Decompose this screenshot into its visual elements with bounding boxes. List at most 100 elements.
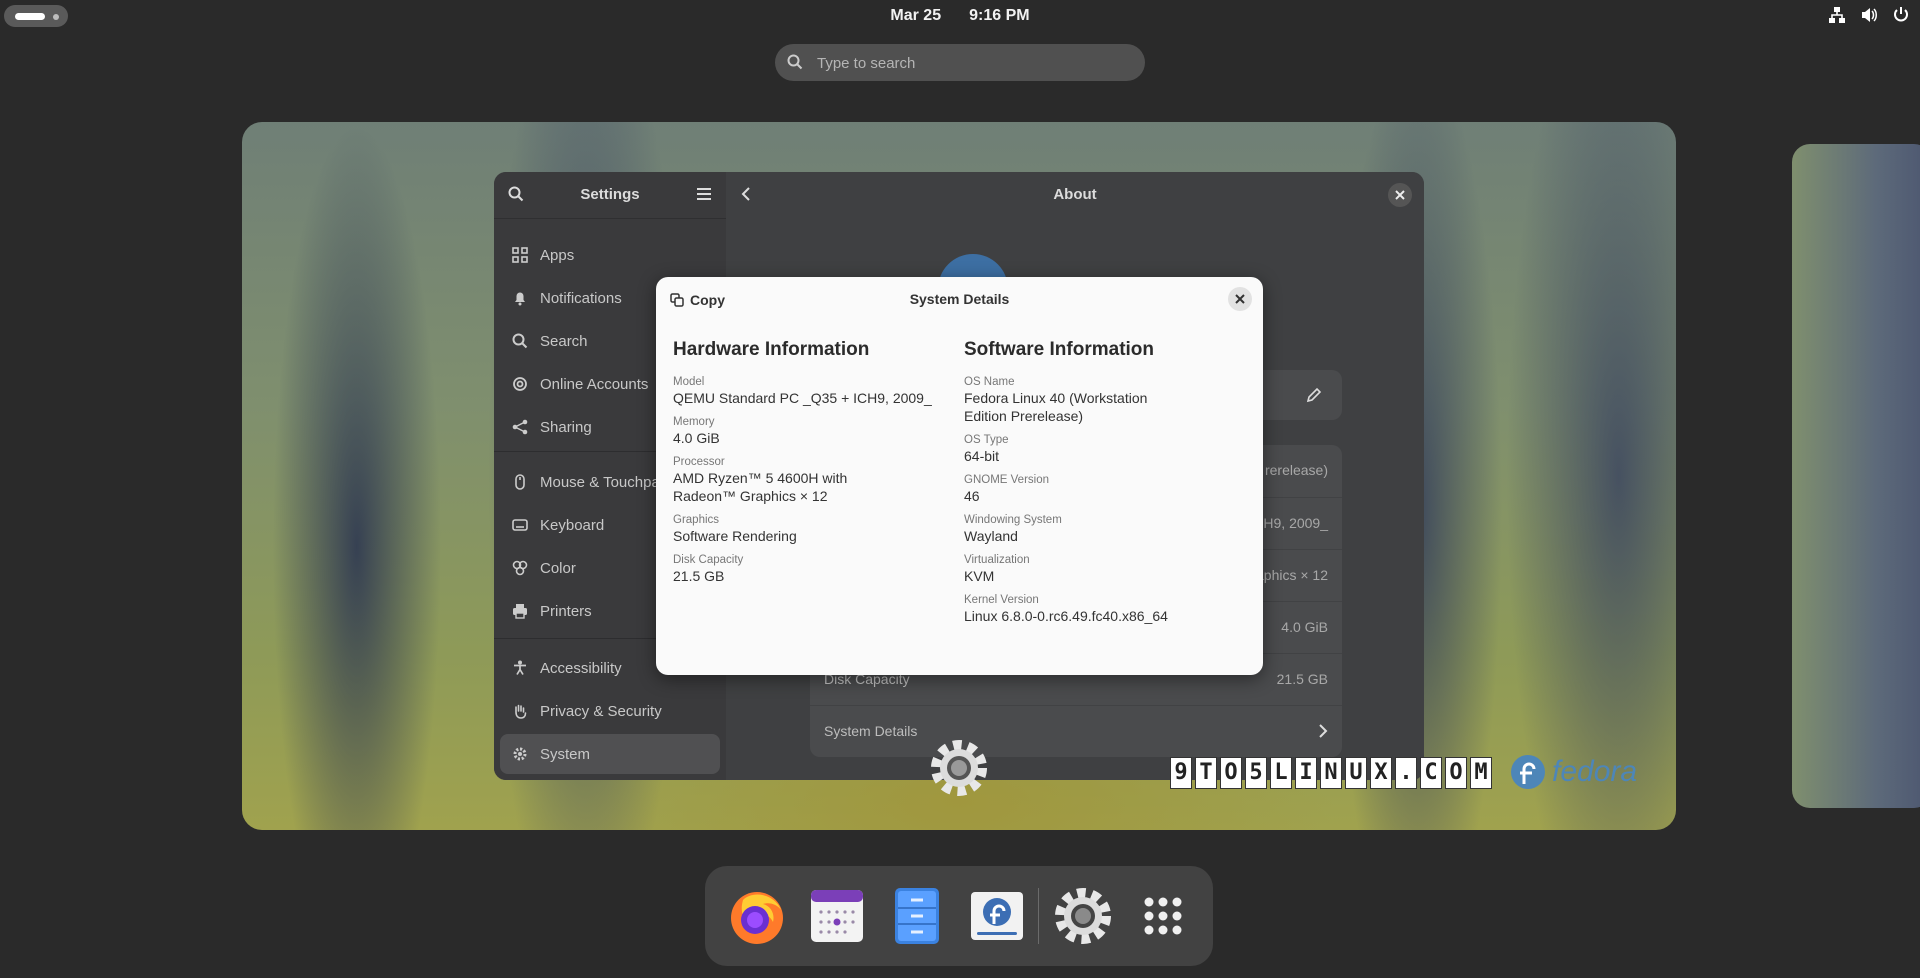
field-os-type: OS Type 64-bit	[964, 433, 1244, 465]
hardware-information: Hardware Information Model QEMU Standard …	[673, 339, 943, 593]
field-key: Memory	[673, 416, 715, 428]
watermark-char: X	[1370, 757, 1392, 789]
field-model: Model QEMU Standard PC _Q35 + ICH9, 2009_	[673, 375, 943, 407]
system-details-dialog[interactable]: Copy System Details Hardware Information…	[656, 277, 1263, 675]
hardware-heading: Hardware Information	[673, 339, 870, 360]
sidebar-item-privacy-security[interactable]: Privacy & Security	[500, 691, 720, 731]
settings-icon[interactable]	[1051, 884, 1115, 948]
content-title: About	[1053, 186, 1097, 203]
software-heading: Software Information	[964, 339, 1155, 360]
fedora-logo-icon	[1511, 755, 1545, 789]
watermark-char: N	[1320, 757, 1342, 789]
fedora-wordmark: fedora	[1552, 755, 1638, 788]
chevron-right-icon	[1319, 724, 1328, 738]
field-key: Kernel Version	[964, 594, 1039, 606]
power-icon	[1894, 7, 1908, 22]
field-value: 21.5 GB	[673, 568, 725, 584]
share-icon	[512, 419, 528, 435]
field-key: Virtualization	[964, 554, 1030, 566]
about-row-system-details[interactable]: System Details	[810, 705, 1342, 758]
volume-icon	[1862, 8, 1877, 22]
field-key: Graphics	[673, 514, 720, 526]
search-icon	[787, 54, 803, 70]
apps-grid-icon	[512, 247, 528, 263]
sidebar-item-label: Printers	[540, 602, 592, 620]
watermark-char: L	[1270, 757, 1292, 789]
field-value: Linux 6.8.0-0.rc6.49.fc40.x86_64	[964, 608, 1168, 624]
field-key: Model	[673, 376, 705, 388]
search-icon	[512, 333, 528, 349]
firefox-icon[interactable]	[725, 884, 789, 948]
field-value: QEMU Standard PC _Q35 + ICH9, 2009_	[673, 390, 932, 406]
pencil-icon[interactable]	[1306, 387, 1322, 403]
sidebar-item-label: Mouse & Touchpad	[540, 473, 669, 491]
row-value: rerelease)	[1264, 462, 1328, 478]
field-key: GNOME Version	[964, 474, 1049, 486]
calendar-icon[interactable]	[805, 884, 869, 948]
field-kernel-version: Kernel Version Linux 6.8.0-0.rc6.49.fc40.…	[964, 593, 1244, 625]
overview-search[interactable]	[775, 44, 1145, 81]
top-bar: Mar 25 9:16 PM	[0, 0, 1920, 32]
watermark-char: O	[1220, 757, 1242, 789]
sidebar-header: Settings	[494, 172, 726, 219]
sidebar-item-label: Privacy & Security	[540, 702, 662, 720]
watermark-9to5linux: 9 T O 5 L I N U X . C O M	[1170, 757, 1492, 789]
window-close-button[interactable]	[1388, 183, 1412, 207]
sidebar-item-system[interactable]: System	[500, 734, 720, 774]
hand-icon	[515, 704, 527, 719]
keyboard-icon	[512, 519, 528, 531]
app-grid-icon[interactable]	[1131, 884, 1195, 948]
field-value: KVM	[964, 568, 995, 584]
mouse-icon	[515, 474, 525, 490]
watermark-char: 9	[1170, 757, 1192, 789]
at-sign-icon	[513, 377, 527, 391]
row-value: 21.5 GB	[1276, 671, 1328, 687]
sidebar-item-apps[interactable]: Apps	[500, 235, 720, 275]
field-value: AMD Ryzen™ 5 4600H with Radeon™ Graphics…	[673, 470, 848, 504]
sidebar-item-label: Color	[540, 559, 576, 577]
fedora-watermark: fedora	[1510, 754, 1637, 790]
content-header: About	[726, 172, 1424, 218]
accessibility-icon	[514, 660, 526, 675]
row-label: System Details	[824, 723, 918, 739]
sidebar-item-label: Notifications	[540, 289, 622, 307]
software-information: Software Information OS Name Fedora Linux…	[964, 339, 1244, 633]
field-key: OS Type	[964, 434, 1009, 446]
field-value: 64-bit	[964, 448, 1000, 464]
close-icon	[1395, 190, 1405, 200]
field-disk-capacity: Disk Capacity 21.5 GB	[673, 553, 943, 585]
watermark-char: T	[1195, 757, 1217, 789]
clock[interactable]: Mar 25 9:16 PM	[0, 7, 1920, 25]
menu-icon[interactable]	[696, 187, 712, 201]
watermark-char: O	[1445, 757, 1467, 789]
dock-separator	[1038, 888, 1039, 944]
sidebar-item-label: Keyboard	[540, 516, 605, 534]
watermark-char: C	[1420, 757, 1442, 789]
workspace-thumbnail-next[interactable]	[1792, 144, 1920, 808]
sidebar-item-label: Accessibility	[540, 659, 622, 677]
software-icon[interactable]	[965, 884, 1029, 948]
sidebar-item-label: Online Accounts	[540, 375, 649, 393]
files-icon[interactable]	[885, 884, 949, 948]
dash-dock	[705, 866, 1213, 966]
gear-icon	[513, 747, 527, 761]
settings-app-gear-icon	[931, 740, 987, 796]
row-value: aphics × 12	[1256, 567, 1328, 583]
dialog-close-button[interactable]	[1228, 287, 1252, 311]
field-key: Disk Capacity	[673, 554, 744, 566]
field-memory: Memory 4.0 GiB	[673, 415, 943, 447]
system-tray[interactable]	[1828, 6, 1910, 24]
clock-time: 9:16 PM	[969, 7, 1030, 24]
field-key: Processor	[673, 456, 725, 468]
row-value: 4.0 GiB	[1281, 619, 1328, 635]
field-value: Software Rendering	[673, 528, 797, 544]
field-value: Wayland	[964, 528, 1018, 544]
field-gnome-version: GNOME Version 46	[964, 473, 1244, 505]
search-input[interactable]	[815, 50, 1129, 76]
watermark-char: I	[1295, 757, 1317, 789]
dialog-title: System Details	[909, 291, 1010, 307]
bell-icon	[515, 292, 525, 306]
field-virtualization: Virtualization KVM	[964, 553, 1244, 585]
sidebar-item-label: Apps	[540, 246, 575, 264]
close-icon	[1235, 294, 1245, 304]
